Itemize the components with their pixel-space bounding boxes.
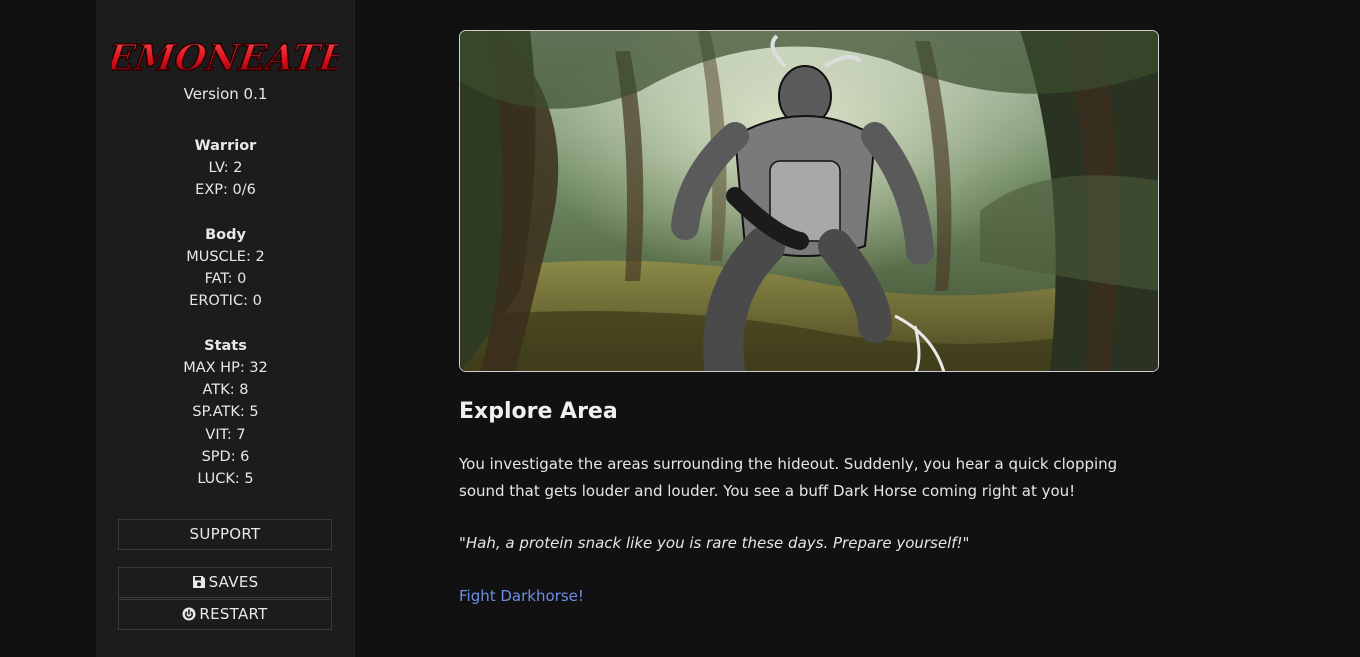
class-heading: Warrior xyxy=(194,138,257,154)
restart-button-label: RESTART xyxy=(199,605,268,623)
muscle-value: MUSCLE: 2 xyxy=(186,249,265,265)
support-button[interactable]: SUPPORT xyxy=(118,519,332,550)
floppy-disk-icon xyxy=(192,573,209,591)
restart-button[interactable]: RESTART xyxy=(118,599,332,630)
exp-value: EXP: 0/6 xyxy=(195,182,256,199)
game-logo: DEMONEATER xyxy=(112,35,338,79)
stats-heading: Stats xyxy=(204,338,247,354)
stats-block: Stats MAX HP: 32 ATK: 8 SP.ATK: 5 VIT: 7… xyxy=(96,335,355,490)
scene-illustration xyxy=(459,30,1159,372)
level-value: LV: 2 xyxy=(208,160,243,176)
body-block: Body MUSCLE: 2 FAT: 0 EROTIC: 0 xyxy=(96,224,355,313)
sidebar: DEMONEATER Version 0.1 Warrior LV: 2 EXP… xyxy=(96,0,355,657)
class-block: Warrior LV: 2 EXP: 0/6 xyxy=(96,135,355,201)
sp-atk-value: SP.ATK: 5 xyxy=(192,404,259,421)
power-icon xyxy=(182,605,199,623)
luck-value: LUCK: 5 xyxy=(197,471,254,488)
max-hp-value: MAX HP: 32 xyxy=(183,360,268,376)
saves-button[interactable]: SAVES xyxy=(118,567,332,598)
body-heading: Body xyxy=(205,227,246,243)
atk-value: ATK: 8 xyxy=(202,382,249,399)
fight-darkhorse-link[interactable]: Fight Darkhorse! xyxy=(459,583,584,610)
enemy-quote: "Hah, a protein snack like you is rare t… xyxy=(459,534,970,552)
fat-value: FAT: 0 xyxy=(204,271,247,288)
passage-paragraph: You investigate the areas surrounding th… xyxy=(459,455,1118,500)
passage-title: Explore Area xyxy=(459,399,618,424)
erotic-value: EROTIC: 0 xyxy=(189,293,262,310)
vit-value: VIT: 7 xyxy=(205,426,246,443)
svg-text:DEMONEATER: DEMONEATER xyxy=(112,36,338,79)
saves-button-label: SAVES xyxy=(208,573,259,591)
spd-value: SPD: 6 xyxy=(201,448,250,465)
version-label: Version 0.1 xyxy=(183,85,268,103)
support-button-label: SUPPORT xyxy=(189,525,261,543)
